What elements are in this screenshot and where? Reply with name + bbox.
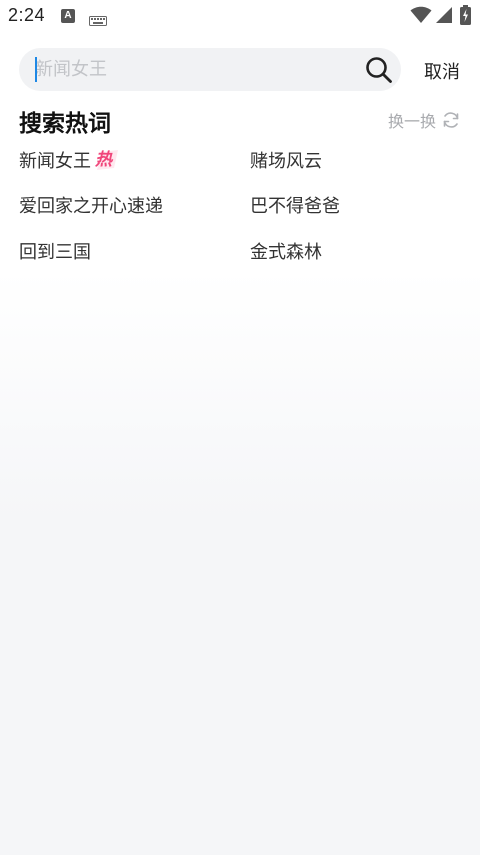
search-icon[interactable] [365,56,393,84]
hot-word-label: 新闻女王 [19,151,91,172]
wifi-icon [410,6,432,28]
hot-search-title: 搜索热词 [19,111,111,137]
search-input[interactable] [35,48,355,91]
refresh-icon [443,112,459,128]
cell-signal-icon [435,6,453,28]
hot-word-item[interactable]: 爱回家之开心速递 [19,192,163,218]
hot-word-label: 回到三国 [19,242,91,263]
hot-word-item[interactable]: 金式森林 [250,238,322,264]
hot-badge: 热 [93,148,119,172]
keyboard-icon [89,11,107,30]
refresh-button[interactable]: 换一换 [388,108,461,132]
battery-icon [460,5,471,29]
status-time: 2:24 [8,5,46,25]
cancel-button[interactable]: 取消 [424,58,460,84]
search-box[interactable] [19,48,401,91]
hot-badge-text: 热 [95,150,112,170]
hot-word-item[interactable]: 回到三国 [19,238,91,264]
hot-word-item[interactable]: 赌场风云 [250,147,322,173]
refresh-label: 换一换 [388,112,437,131]
hot-word-label: 金式森林 [250,242,322,263]
hot-word-item[interactable]: 新闻女王 热 [19,147,119,173]
status-bar: 2:24 A [0,0,480,34]
hot-word-label: 赌场风云 [250,151,322,172]
a-notification-icon: A [61,9,75,23]
hot-word-label: 爱回家之开心速递 [19,196,163,217]
hot-word-label: 巴不得爸爸 [250,196,340,217]
text-caret [35,57,37,82]
hot-word-item[interactable]: 巴不得爸爸 [250,192,340,218]
